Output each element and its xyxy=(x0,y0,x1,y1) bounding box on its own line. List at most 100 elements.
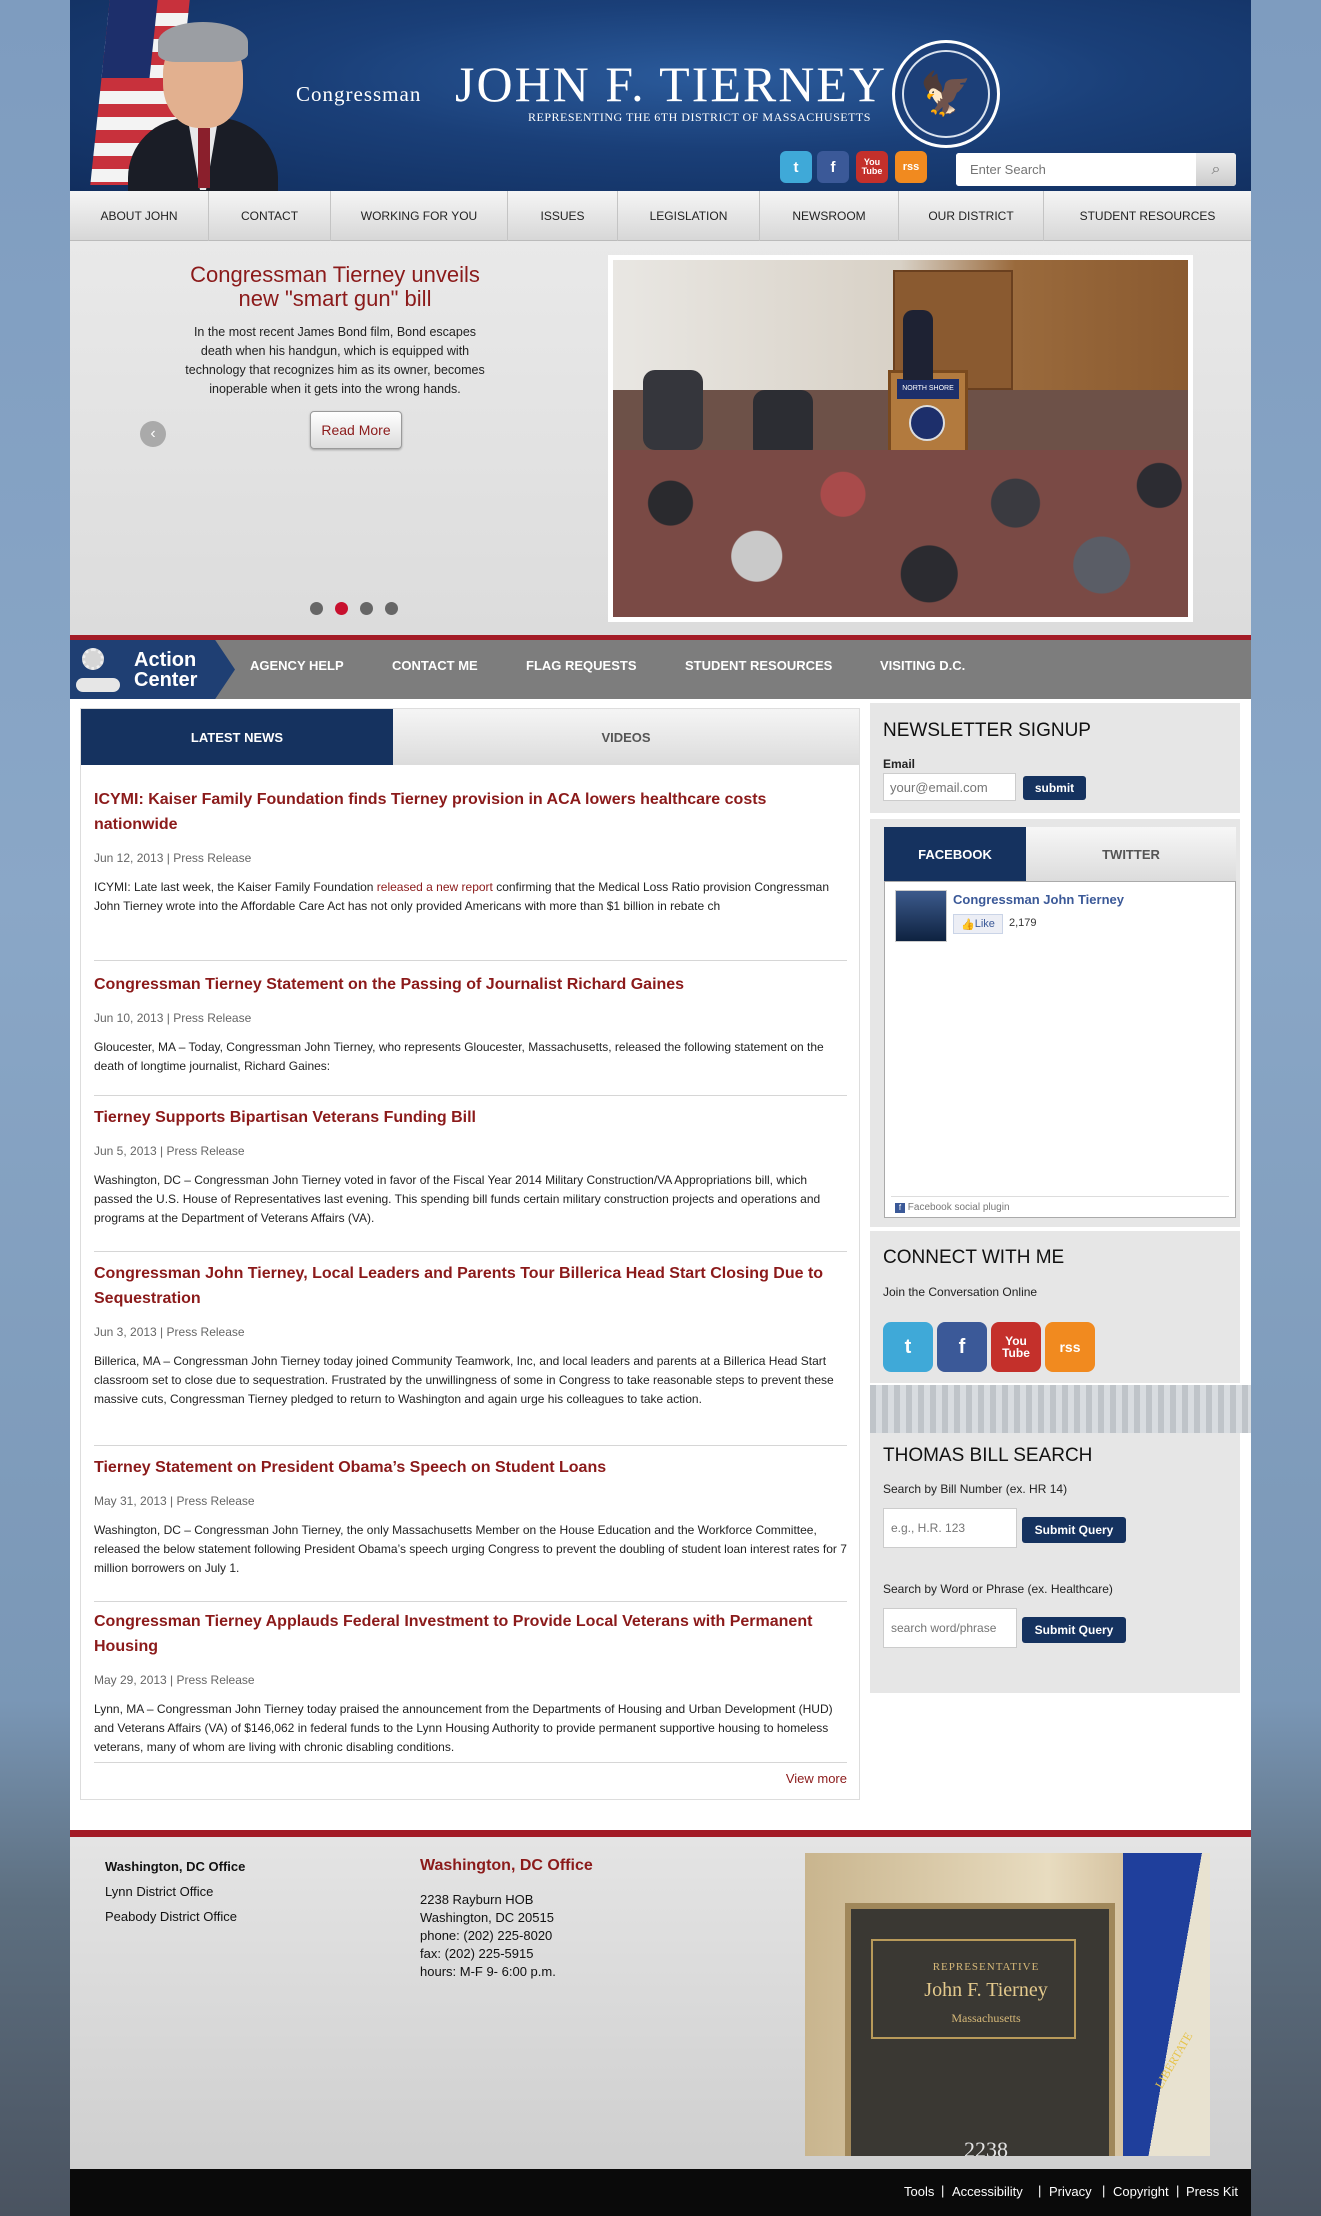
social-tabs: FACEBOOK TWITTER xyxy=(884,827,1236,881)
news-type-link[interactable]: Press Release xyxy=(167,1144,245,1158)
facebook-like-button[interactable]: 👍 Like xyxy=(953,914,1003,934)
tab-latest-news[interactable]: LATEST NEWS xyxy=(81,709,393,765)
avatar[interactable] xyxy=(895,890,947,942)
thumbs-up-icon: 👍 xyxy=(961,918,975,931)
twitter-icon[interactable]: t xyxy=(780,151,812,183)
news-type-link[interactable]: Press Release xyxy=(173,1011,251,1025)
action-link-flag-requests[interactable]: FLAG REQUESTS xyxy=(526,658,637,673)
slider-dot-3[interactable] xyxy=(360,602,373,615)
news-meta: Jun 10, 2013 | Press Release xyxy=(94,1011,252,1025)
footer-link-privacy[interactable]: Privacy xyxy=(1049,2184,1092,2199)
footer-link-tools[interactable]: Tools xyxy=(904,2184,934,2199)
nav-student-resources[interactable]: STUDENT RESOURCES xyxy=(1044,191,1251,241)
rss-icon[interactable]: rss xyxy=(895,151,927,183)
news-meta: Jun 5, 2013 | Press Release xyxy=(94,1144,245,1158)
news-meta: May 29, 2013 | Press Release xyxy=(94,1673,255,1687)
news-title[interactable]: Tierney Statement on President Obama’s S… xyxy=(94,1455,847,1480)
slider-prev-icon[interactable]: ‹ xyxy=(140,421,166,447)
office-phone: phone: (202) 225-8020 xyxy=(420,1928,553,1943)
bill-number-input[interactable] xyxy=(883,1508,1017,1548)
featured-slider: Congressman Tierney unveils new "smart g… xyxy=(70,241,1251,635)
capitol-dome-image xyxy=(870,1385,1251,1433)
nav-issues[interactable]: ISSUES xyxy=(508,191,618,241)
nav-contact[interactable]: CONTACT xyxy=(209,191,331,241)
read-more-button[interactable]: Read More xyxy=(310,411,402,449)
bill-number-submit-button[interactable]: Submit Query xyxy=(1022,1517,1126,1543)
nav-working-for-you[interactable]: WORKING FOR YOU xyxy=(331,191,508,241)
connect-box: CONNECT WITH ME Join the Conversation On… xyxy=(870,1231,1240,1383)
email-label: Email xyxy=(883,757,916,771)
action-link-agency-help[interactable]: AGENCY HELP xyxy=(250,658,344,673)
action-link-visiting-dc[interactable]: VISITING D.C. xyxy=(880,658,965,673)
office-link-peabody[interactable]: Peabody District Office xyxy=(105,1909,237,1924)
slide-title[interactable]: Congressman Tierney unveils new "smart g… xyxy=(185,263,485,311)
action-center-bar: Action Center AGENCY HELP CONTACT ME FLAG… xyxy=(70,635,1251,699)
footer-link-press-kit[interactable]: Press Kit xyxy=(1186,2184,1238,2199)
news-inline-link[interactable]: released a new report xyxy=(377,880,493,894)
news-type-link[interactable]: Press Release xyxy=(177,1673,255,1687)
newsletter-box: NEWSLETTER SIGNUP Email submit xyxy=(870,703,1240,813)
facebook-like-count: 2,179 xyxy=(1009,917,1037,929)
slider-dot-1[interactable] xyxy=(310,602,323,615)
tab-facebook[interactable]: FACEBOOK xyxy=(884,827,1026,881)
footer-link-copyright[interactable]: Copyright xyxy=(1113,2184,1169,2199)
search-input[interactable] xyxy=(956,153,1193,186)
car-icon xyxy=(76,678,120,692)
view-more-link[interactable]: View more xyxy=(786,1771,847,1786)
action-link-contact-me[interactable]: CONTACT ME xyxy=(392,658,478,673)
nav-newsroom[interactable]: NEWSROOM xyxy=(760,191,899,241)
newsletter-submit-button[interactable]: submit xyxy=(1023,776,1086,800)
main-nav: ABOUT JOHN CONTACT WORKING FOR YOU ISSUE… xyxy=(70,191,1251,241)
tab-twitter[interactable]: TWITTER xyxy=(1026,827,1236,881)
twitter-icon[interactable]: t xyxy=(883,1322,933,1372)
office-address: 2238 Rayburn HOB xyxy=(420,1892,534,1907)
office-link-lynn[interactable]: Lynn District Office xyxy=(105,1884,213,1899)
action-center-title: Action Center xyxy=(134,649,198,691)
news-title[interactable]: Congressman Tierney Applauds Federal Inv… xyxy=(94,1609,847,1659)
news-title[interactable]: Congressman Tierney Statement on the Pas… xyxy=(94,972,847,997)
site-title[interactable]: JOHN F. TIERNEY xyxy=(455,55,887,113)
nav-about-john[interactable]: ABOUT JOHN xyxy=(70,191,209,241)
office-plaque: REPRESENTATIVE John F. Tierney Massachus… xyxy=(845,1903,1115,2156)
action-center-badge: Action Center xyxy=(70,640,235,699)
news-meta: Jun 3, 2013 | Press Release xyxy=(94,1325,245,1339)
bill-number-label: Search by Bill Number (ex. HR 14) xyxy=(883,1482,1068,1496)
slider-dot-2[interactable] xyxy=(335,602,348,615)
news-type-link[interactable]: Press Release xyxy=(167,1325,245,1339)
facebook-icon[interactable]: f xyxy=(817,151,849,183)
site-subtitle: REPRESENTING THE 6TH DISTRICT OF MASSACH… xyxy=(528,110,871,124)
office-hours: hours: M-F 9- 6:00 p.m. xyxy=(420,1964,556,1979)
news-tabs: LATEST NEWS VIDEOS xyxy=(81,709,859,765)
footer-link-accessibility[interactable]: Accessibility xyxy=(952,2184,1023,2199)
connect-title: CONNECT WITH ME xyxy=(883,1247,1065,1268)
search-icon: ⌕ xyxy=(1211,160,1221,178)
social-feed-box: FACEBOOK TWITTER Congressman John Tierne… xyxy=(870,819,1240,1227)
nav-legislation[interactable]: LEGISLATION xyxy=(618,191,760,241)
office-link-washington[interactable]: Washington, DC Office xyxy=(105,1859,245,1874)
email-field[interactable] xyxy=(883,773,1016,801)
youtube-icon[interactable]: You Tube xyxy=(991,1322,1041,1372)
office-plaque-photo: REPRESENTATIVE John F. Tierney Massachus… xyxy=(805,1853,1210,2156)
tab-videos[interactable]: VIDEOS xyxy=(393,709,859,765)
word-phrase-input[interactable] xyxy=(883,1608,1017,1648)
nav-our-district[interactable]: OUR DISTRICT xyxy=(899,191,1044,241)
word-phrase-submit-button[interactable]: Submit Query xyxy=(1022,1617,1126,1643)
news-item: Congressman John Tierney, Local Leaders … xyxy=(94,1253,847,1446)
youtube-icon[interactable]: You Tube xyxy=(856,151,888,183)
news-title[interactable]: ICYMI: Kaiser Family Foundation finds Ti… xyxy=(94,787,847,837)
action-link-student-resources[interactable]: STUDENT RESOURCES xyxy=(685,658,832,673)
facebook-icon[interactable]: f xyxy=(937,1322,987,1372)
slider-dot-4[interactable] xyxy=(385,602,398,615)
news-title[interactable]: Congressman John Tierney, Local Leaders … xyxy=(94,1261,847,1311)
news-excerpt: Washington, DC – Congressman John Tierne… xyxy=(94,1523,847,1575)
rss-icon[interactable]: rss xyxy=(1045,1322,1095,1372)
news-title[interactable]: Tierney Supports Bipartisan Veterans Fun… xyxy=(94,1105,847,1130)
facebook-page-name[interactable]: Congressman John Tierney xyxy=(953,892,1124,907)
search-button[interactable]: ⌕ xyxy=(1196,153,1236,186)
thomas-title: THOMAS BILL SEARCH xyxy=(883,1445,1093,1466)
newsletter-title: NEWSLETTER SIGNUP xyxy=(883,720,1091,741)
news-type-link[interactable]: Press Release xyxy=(173,851,251,865)
news-meta: Jun 12, 2013 | Press Release xyxy=(94,851,252,865)
news-excerpt: Billerica, MA – Congressman John Tierney… xyxy=(94,1354,834,1406)
news-type-link[interactable]: Press Release xyxy=(177,1494,255,1508)
